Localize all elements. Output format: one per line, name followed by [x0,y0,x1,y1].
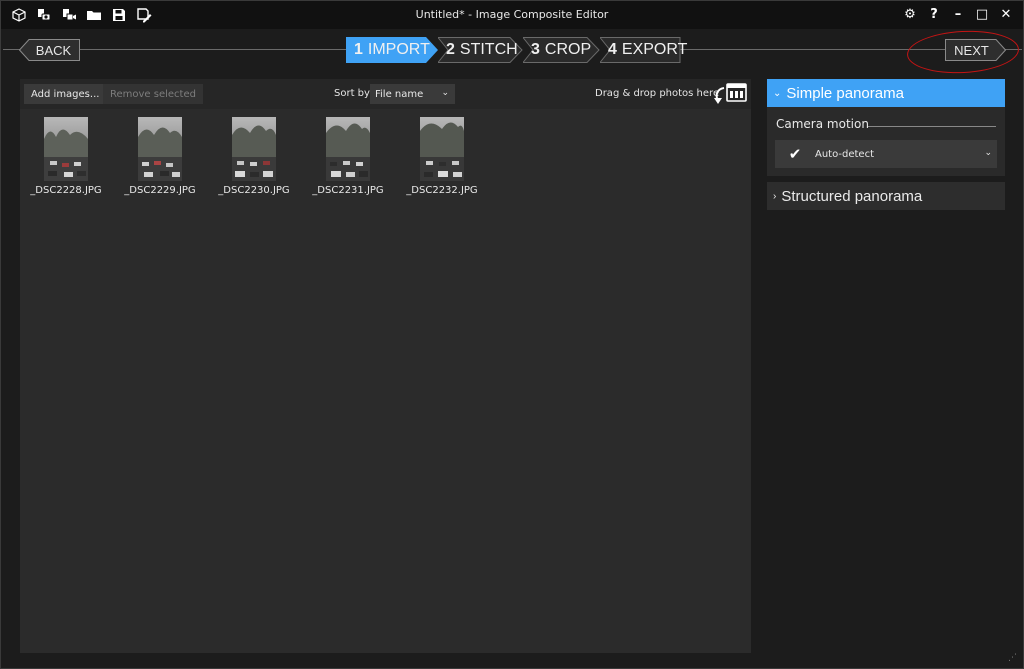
image-thumbnail[interactable]: _DSC2231.JPG [308,117,388,196]
chevron-down-icon: ⌄ [984,148,992,158]
drag-drop-label: Drag & drop photos here [595,88,720,99]
sort-by-label: Sort by [334,88,370,99]
image-filename: _DSC2232.JPG [406,185,478,196]
image-thumbnail[interactable]: _DSC2232.JPG [402,117,482,196]
photo-thumbnail [232,117,276,181]
step-import[interactable]: 1 IMPORT [346,37,438,63]
add-images-button[interactable]: Add images... [24,84,107,104]
help-icon[interactable]: ? [925,5,943,23]
camera-motion-label: Camera motion [776,117,869,131]
close-icon[interactable]: ✕ [997,5,1015,23]
image-filename: _DSC2231.JPG [312,185,384,196]
chevron-down-icon: ⌄ [773,87,782,99]
photo-thumbnail [138,117,182,181]
settings-icon[interactable]: ⚙ [901,5,919,23]
import-toolbar: Add images... Remove selected Sort by Fi… [20,79,751,109]
image-thumbnail[interactable]: _DSC2228.JPG [26,117,106,196]
photo-thumbnail [420,117,464,181]
chevron-down-icon: ⌄ [441,88,449,98]
step-stitch-text: 2 STITCH [446,41,518,58]
step-crop-text: 3 CROP [531,41,592,58]
step-import-text: 1 IMPORT [354,41,430,58]
structured-panorama-label: Structured panorama [781,187,923,205]
camera-motion-select[interactable]: ✔ Auto-detect ⌄ [775,140,997,168]
image-thumbnail[interactable]: _DSC2229.JPG [120,117,200,196]
photo-thumbnail [44,117,88,181]
simple-panorama-body: Camera motion ✔ Auto-detect ⌄ [767,107,1005,176]
image-thumbnail[interactable]: _DSC2230.JPG [214,117,294,196]
image-filename: _DSC2229.JPG [124,185,196,196]
image-filename: _DSC2230.JPG [218,185,290,196]
sort-select-value: File name [375,88,424,100]
sort-select[interactable]: File name ⌄ [370,84,455,104]
import-panel: Add images... Remove selected Sort by Fi… [20,79,751,653]
image-filename: _DSC2228.JPG [30,185,102,196]
back-button-label: BACK [35,42,72,58]
step-crop[interactable]: 3 CROP [523,37,600,63]
step-stitch[interactable]: 2 STITCH [438,37,523,63]
structured-panorama-header[interactable]: › Structured panorama [767,182,1005,210]
title-bar: Untitled* - Image Composite Editor ⚙ ? –… [1,1,1023,29]
step-line-left-mid [79,49,347,50]
simple-panorama-label: Simple panorama [786,84,904,102]
back-button[interactable]: BACK [19,39,80,61]
app-window: Untitled* - Image Composite Editor ⚙ ? –… [0,0,1024,669]
projection-options-panel: ⌄ Simple panorama Camera motion ✔ Auto-d… [767,79,1006,211]
resize-grip-icon[interactable]: ⋰ [1008,653,1017,663]
checkmark-icon: ✔ [788,145,802,163]
simple-panorama-header[interactable]: ⌄ Simple panorama [767,79,1005,107]
remove-selected-button[interactable]: Remove selected [103,84,203,104]
camera-motion-value: Auto-detect [815,148,875,160]
photo-thumbnail [326,117,370,181]
step-line-right-mid [680,49,946,50]
step-export-text: 4 EXPORT [608,41,688,58]
wizard-step-bar: BACK 1 IMPORT 2 STITCH 3 CROP 4 EXPORT NEXT [1,29,1023,71]
drag-drop-icon [714,83,747,104]
window-title: Untitled* - Image Composite Editor [415,8,609,21]
minimize-icon[interactable]: – [949,5,967,23]
window-controls: ⚙ ? – □ ✕ [901,5,1015,23]
step-export[interactable]: 4 EXPORT [600,37,687,63]
maximize-icon[interactable]: □ [973,5,991,23]
chevron-right-icon: › [773,190,777,202]
divider [868,126,996,127]
